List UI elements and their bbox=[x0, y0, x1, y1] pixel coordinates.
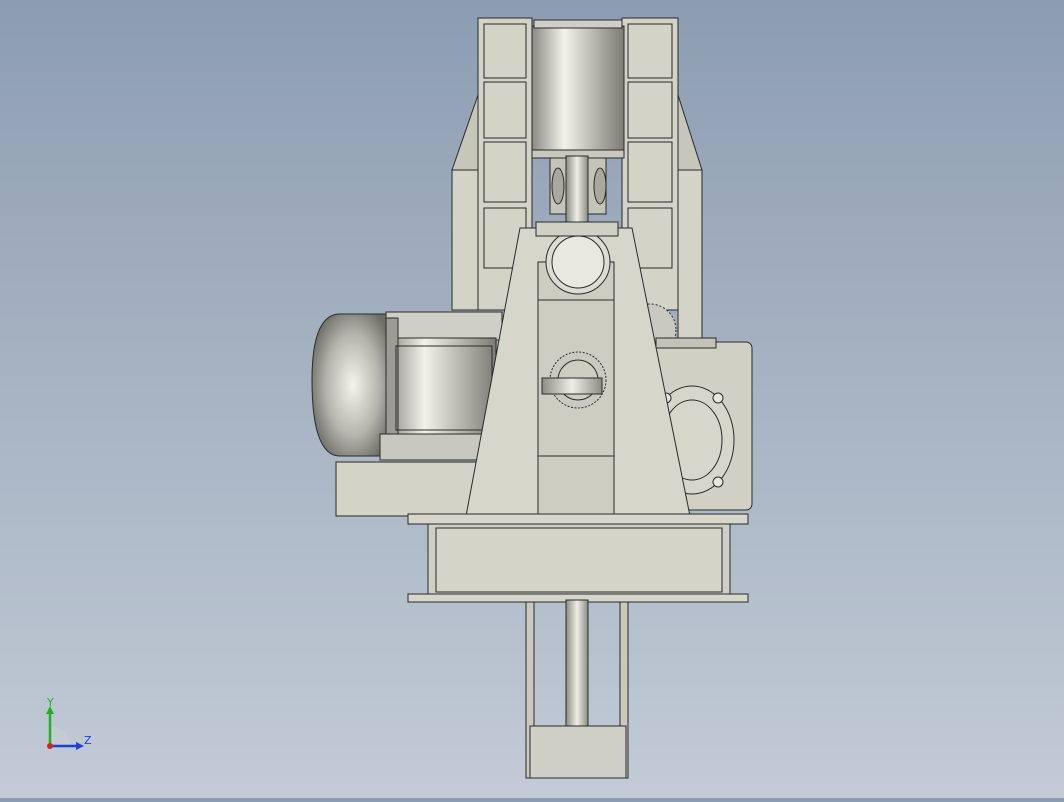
piston-rod bbox=[565, 155, 589, 227]
vertical-shaft bbox=[565, 599, 589, 729]
triad-z-label: Z bbox=[84, 734, 92, 747]
triad-y-label: Y bbox=[46, 698, 54, 709]
drive-shaft bbox=[541, 377, 603, 395]
machine-model[interactable] bbox=[0, 0, 1064, 798]
motor-top-cover bbox=[385, 311, 503, 341]
coordinate-triad: Y Z bbox=[38, 696, 98, 758]
motor-foot bbox=[379, 433, 491, 461]
bottom-block bbox=[529, 725, 627, 779]
base-top-flange bbox=[407, 513, 749, 525]
hydraulic-cylinder bbox=[531, 25, 625, 153]
motor-body bbox=[385, 337, 497, 435]
side-plate-right bbox=[677, 169, 703, 346]
motor-end-dome bbox=[311, 313, 387, 457]
cad-viewport[interactable] bbox=[0, 0, 1064, 798]
side-plate-left bbox=[451, 169, 479, 311]
triad-icon: Y Z bbox=[46, 696, 92, 750]
